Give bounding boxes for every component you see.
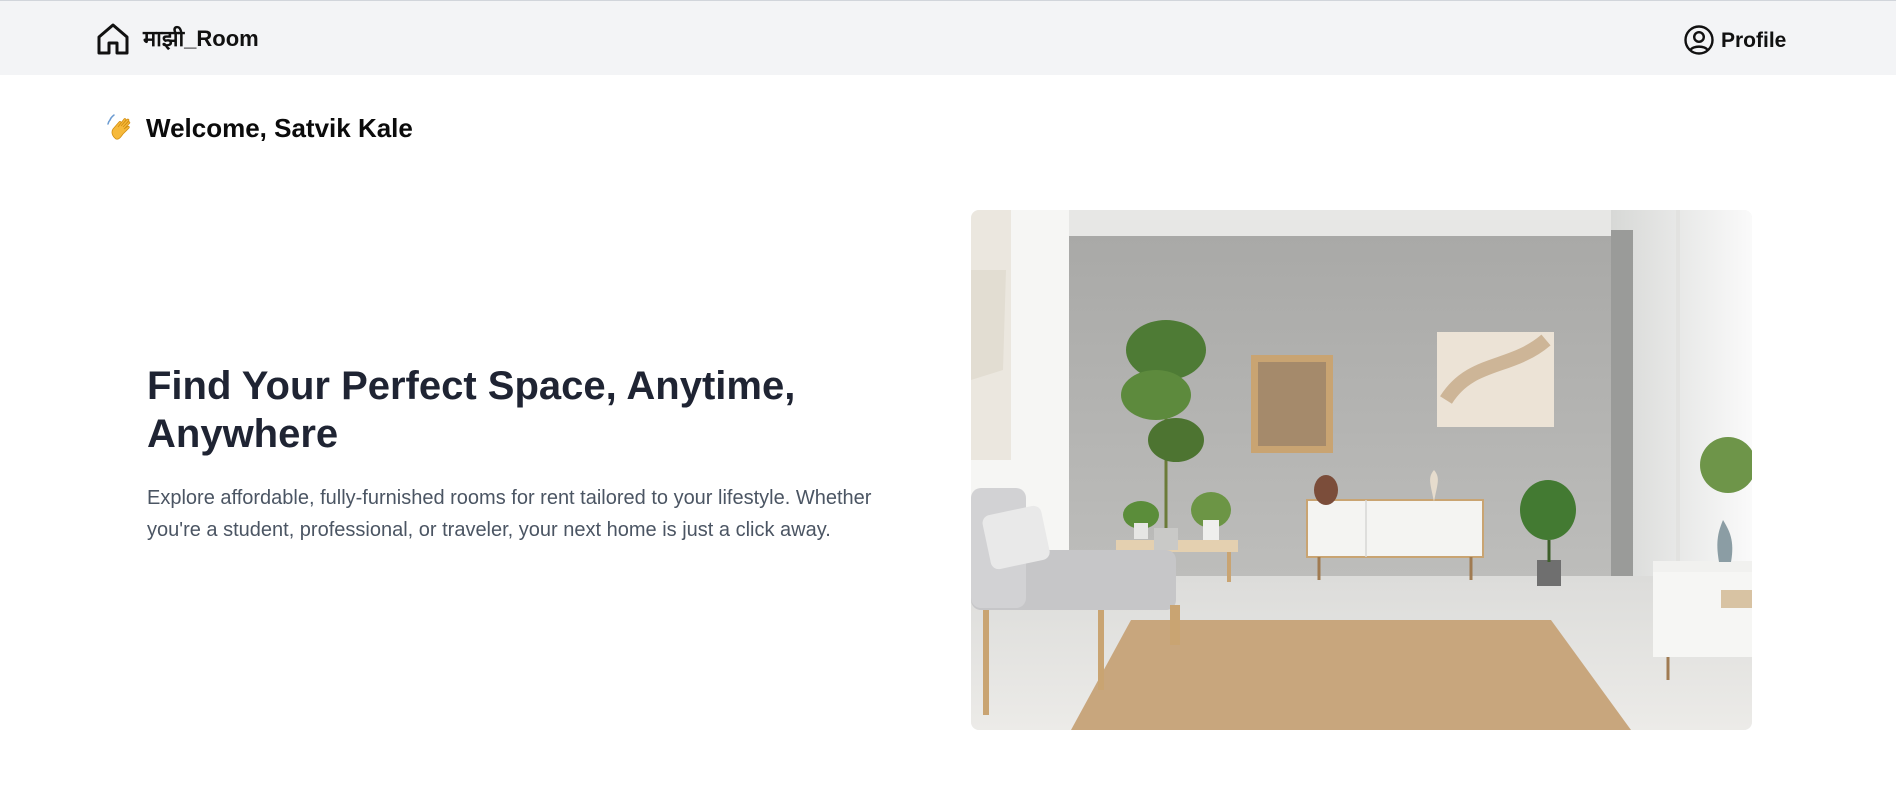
profile-label: Profile	[1721, 28, 1787, 52]
brand-home-link[interactable]: माझी_Room	[95, 19, 259, 59]
home-icon	[97, 23, 129, 55]
welcome-banner: Welcome, Satvik Kale	[106, 108, 413, 148]
welcome-text: Welcome, Satvik Kale	[146, 113, 413, 143]
brand-name: माझी_Room	[143, 26, 259, 51]
waving-hand-icon	[107, 114, 131, 140]
user-circle-icon	[1684, 25, 1714, 55]
profile-link[interactable]: Profile	[1683, 23, 1786, 57]
living-room-photo	[971, 210, 1752, 730]
hero-description: Explore affordable, fully-furnished room…	[147, 487, 872, 541]
top-navbar: माझी_Room Profile	[0, 0, 1896, 75]
hero-title: Find Your Perfect Space, Anytime, Anywhe…	[147, 364, 796, 456]
